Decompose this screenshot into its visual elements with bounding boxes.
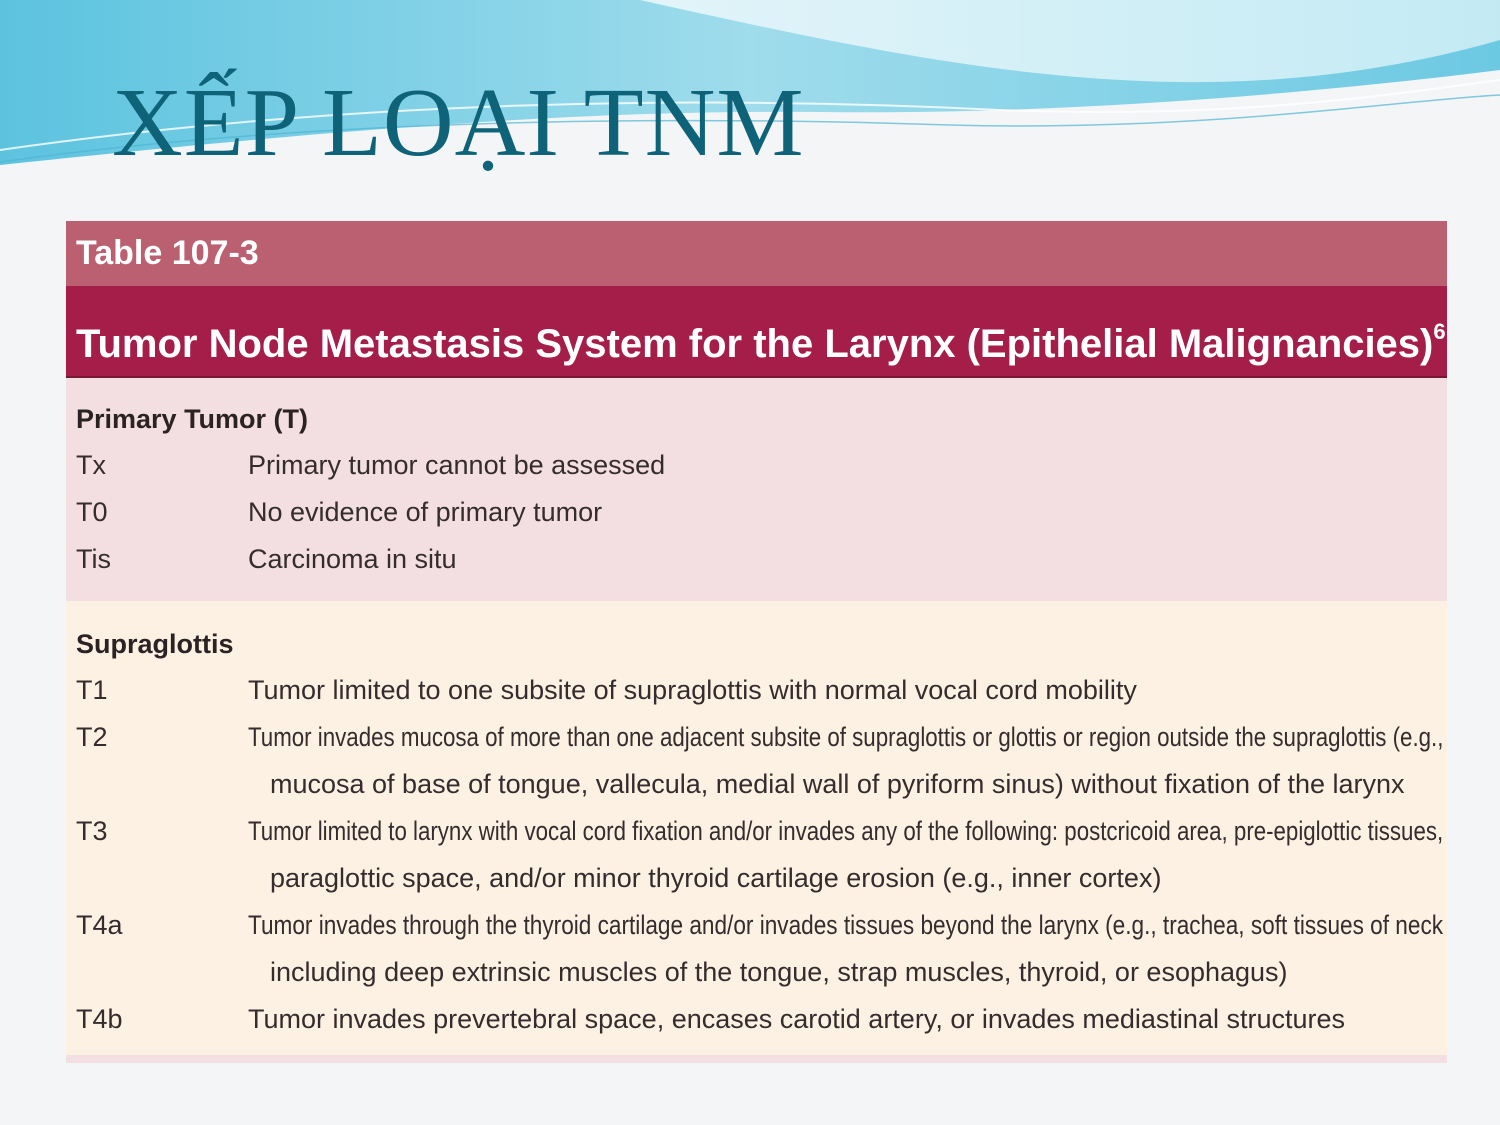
primary-tumor-section: Primary Tumor (T) Tx Primary tumor canno… bbox=[66, 378, 1447, 601]
description-line: Primary tumor cannot be assessed bbox=[248, 450, 666, 480]
table-row: Tx Primary tumor cannot be assessed bbox=[66, 442, 1447, 489]
row-description: Carcinoma in situ bbox=[248, 536, 1447, 583]
row-code: T2 bbox=[76, 722, 108, 752]
description-line: Tumor invades prevertebral space, encase… bbox=[248, 1004, 1345, 1034]
slide-title: XẾP LOẠI TNM bbox=[112, 69, 805, 177]
description-line: Tumor invades through the thyroid cartil… bbox=[248, 910, 1444, 940]
section-heading: Primary Tumor (T) bbox=[76, 404, 309, 434]
table-row: T1 Tumor limited to one subsite of supra… bbox=[66, 667, 1447, 714]
table-title-superscript: 6 bbox=[1433, 319, 1446, 344]
row-description: Primary tumor cannot be assessed bbox=[248, 442, 1447, 489]
row-code: T0 bbox=[76, 497, 108, 527]
tnm-table: Table 107-3 Tumor Node Metastasis System… bbox=[66, 221, 1447, 1063]
description-line: Tumor invades mucosa of more than one ad… bbox=[248, 722, 1444, 752]
table-row: T2 Tumor invades mucosa of more than one… bbox=[66, 714, 1447, 808]
table-row: T4a Tumor invades through the thyroid ca… bbox=[66, 902, 1447, 996]
row-description: Tumor limited to one subsite of supraglo… bbox=[248, 667, 1447, 714]
row-description: Tumor limited to larynx with vocal cord … bbox=[248, 808, 1500, 902]
row-code: Tis bbox=[76, 544, 111, 574]
row-description: Tumor invades through the thyroid cartil… bbox=[248, 902, 1500, 996]
description-line: Carcinoma in situ bbox=[248, 544, 457, 574]
row-code: T3 bbox=[76, 816, 108, 846]
description-line: mucosa of base of tongue, vallecula, med… bbox=[270, 769, 1405, 799]
row-description: Tumor invades mucosa of more than one ad… bbox=[248, 714, 1500, 808]
row-code: T4a bbox=[76, 910, 123, 940]
table-title: Tumor Node Metastasis System for the Lar… bbox=[66, 286, 1447, 378]
description-line: Tumor limited to one subsite of supraglo… bbox=[248, 675, 1137, 705]
table-title-text: Tumor Node Metastasis System for the Lar… bbox=[76, 322, 1434, 366]
row-code: Tx bbox=[76, 450, 106, 480]
table-row: T0 No evidence of primary tumor bbox=[66, 489, 1447, 536]
description-line: including deep extrinsic muscles of the … bbox=[270, 957, 1288, 987]
table-row: T3 Tumor limited to larynx with vocal co… bbox=[66, 808, 1447, 902]
supraglottis-section: Supraglottis T1 Tumor limited to one sub… bbox=[66, 601, 1447, 1063]
row-description: Tumor invades prevertebral space, encase… bbox=[248, 996, 1447, 1043]
table-row: Tis Carcinoma in situ bbox=[66, 536, 1447, 583]
table-label: Table 107-3 bbox=[66, 221, 1447, 286]
section-heading: Supraglottis bbox=[76, 629, 234, 659]
description-line: Tumor limited to larynx with vocal cord … bbox=[248, 816, 1444, 846]
row-description: No evidence of primary tumor bbox=[248, 489, 1447, 536]
description-line: No evidence of primary tumor bbox=[248, 497, 603, 527]
row-code: T1 bbox=[76, 675, 108, 705]
description-line: paraglottic space, and/or minor thyroid … bbox=[270, 863, 1162, 893]
table-row: T4b Tumor invades prevertebral space, en… bbox=[66, 996, 1447, 1043]
row-code: T4b bbox=[76, 1004, 123, 1034]
